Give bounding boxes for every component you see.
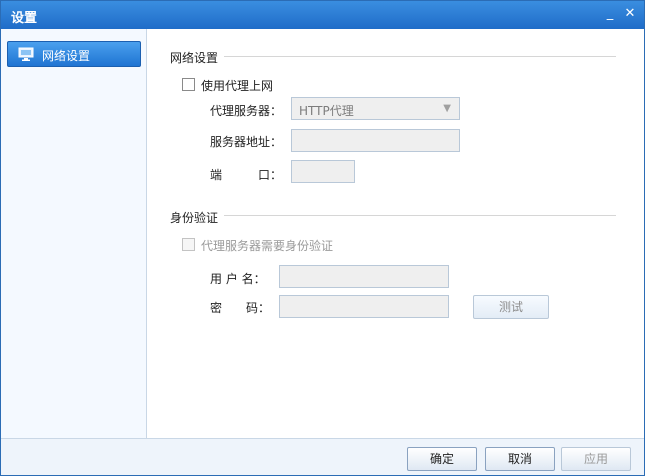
username-label: 用 户 名： (210, 272, 266, 286)
minimize-icon[interactable]: _ (601, 5, 619, 23)
port-label-end: 口： (258, 168, 283, 182)
sidebar: 网络设置 (1, 29, 147, 438)
settings-content: 网络设置 使用代理上网 代理服务器： HTTP代理 ▼ 服务器地址： 端 口： … (148, 29, 644, 438)
settings-window: 设置 _ ✕ 网络设置 网络设置 使用代理上网 代理服务器： HTTP代理 ▼ … (0, 0, 645, 476)
window-title: 设置 (11, 11, 38, 26)
proxy-server-select[interactable]: HTTP代理 ▼ (291, 97, 460, 120)
server-address-label: 服务器地址： (210, 135, 283, 149)
section-divider (224, 215, 616, 216)
sidebar-item-network[interactable]: 网络设置 (7, 41, 141, 67)
ok-button[interactable]: 确定 (407, 447, 477, 471)
password-label-end: 码： (246, 301, 271, 315)
username-input[interactable] (279, 265, 449, 288)
section-title-auth: 身份验证 (170, 211, 219, 225)
close-icon[interactable]: ✕ (621, 5, 639, 23)
password-label-start: 密 (210, 301, 223, 315)
require-auth-label: 代理服务器需要身份验证 (201, 239, 334, 253)
dialog-footer: 确定 取消 应用 (1, 438, 644, 475)
cancel-button[interactable]: 取消 (485, 447, 555, 471)
proxy-server-label: 代理服务器： (210, 104, 283, 118)
section-title-network: 网络设置 (170, 51, 219, 65)
port-label-start: 端 (210, 168, 223, 182)
port-input[interactable] (291, 160, 355, 183)
monitor-icon (18, 47, 34, 61)
chevron-down-icon: ▼ (443, 103, 451, 114)
use-proxy-label: 使用代理上网 (201, 79, 274, 93)
test-button[interactable]: 测试 (473, 295, 549, 319)
use-proxy-checkbox[interactable] (182, 78, 195, 91)
sidebar-item-label: 网络设置 (42, 49, 91, 63)
password-input[interactable] (279, 295, 449, 318)
proxy-server-value: HTTP代理 (299, 104, 354, 118)
apply-button[interactable]: 应用 (561, 447, 631, 471)
title-bar[interactable]: 设置 _ ✕ (1, 1, 644, 29)
server-address-input[interactable] (291, 129, 460, 152)
section-divider (224, 56, 616, 57)
require-auth-checkbox[interactable] (182, 238, 195, 251)
